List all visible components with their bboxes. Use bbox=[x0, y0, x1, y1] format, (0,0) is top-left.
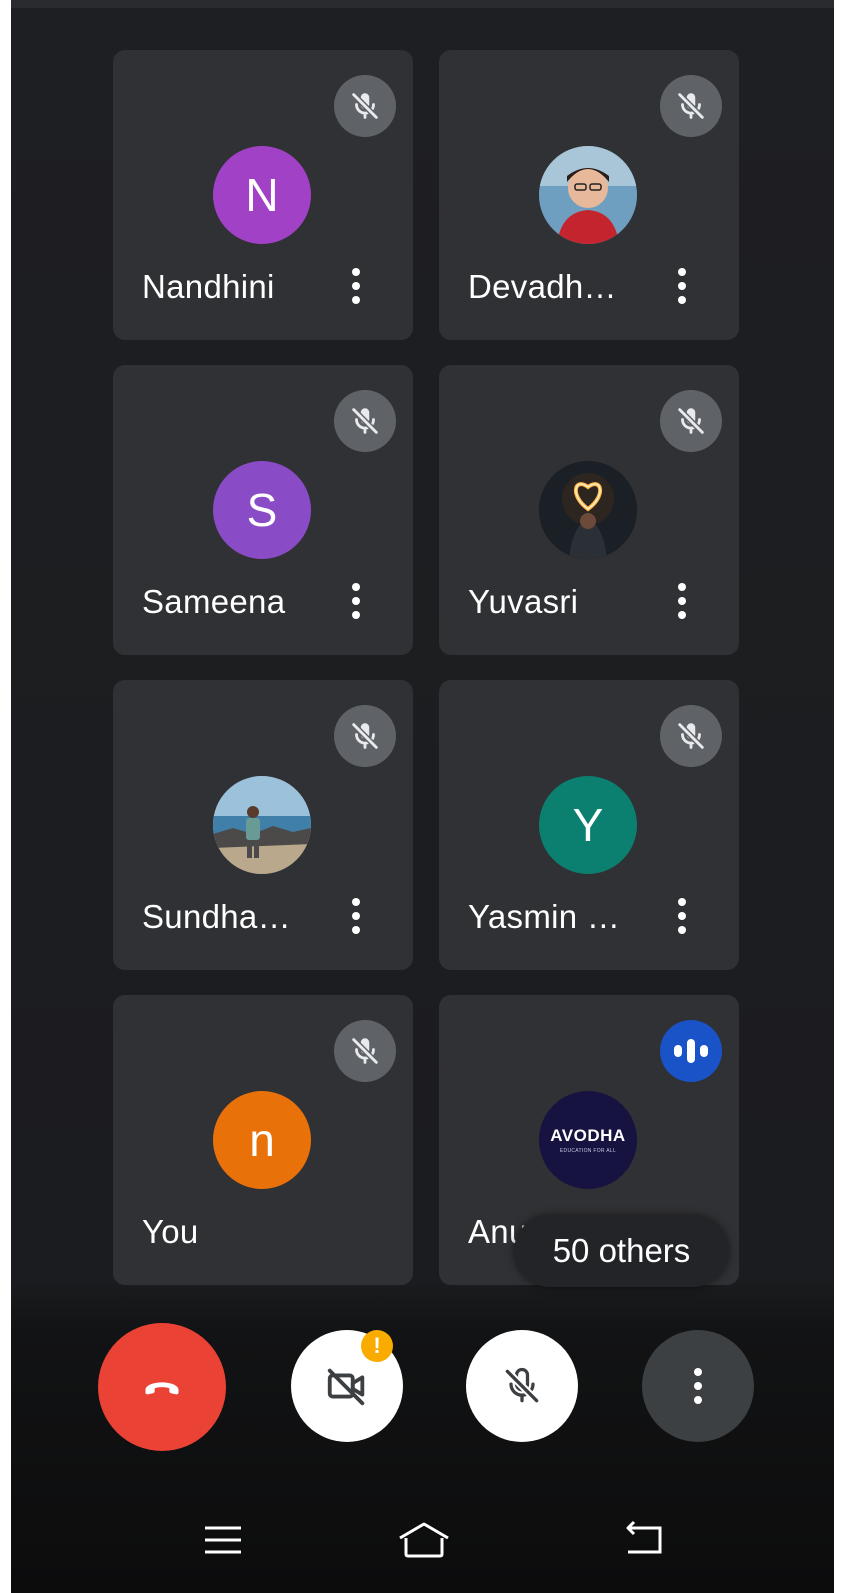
avatar-letter: n bbox=[249, 1114, 275, 1166]
menu-icon bbox=[205, 1526, 241, 1554]
avatar-photo bbox=[213, 776, 311, 874]
participant-name: Yasmin … bbox=[468, 898, 621, 935]
nav-menu-button[interactable] bbox=[183, 1500, 263, 1580]
avatar-letter: N bbox=[245, 169, 279, 221]
participant-tile[interactable]: N Nandhini bbox=[113, 50, 413, 340]
more-vert-icon bbox=[694, 1368, 702, 1404]
avatar-photo bbox=[539, 461, 637, 559]
more-vert-icon[interactable] bbox=[667, 890, 697, 942]
others-button[interactable]: 50 others bbox=[514, 1215, 729, 1287]
mic-off-icon bbox=[334, 390, 396, 452]
audio-level-icon bbox=[660, 1020, 722, 1082]
participant-grid: N Nandhini Devadh… S Sameena Yuvasri Sun… bbox=[11, 0, 834, 1300]
participant-name: Devadh… bbox=[468, 268, 617, 305]
mic-off-icon bbox=[660, 75, 722, 137]
avatar: n bbox=[213, 1091, 311, 1189]
phone-hangup-icon bbox=[145, 1382, 179, 1395]
participant-name: Nandhini bbox=[142, 268, 275, 305]
avatar: S bbox=[213, 461, 311, 559]
avatar-letter: S bbox=[246, 484, 278, 536]
more-vert-icon[interactable] bbox=[341, 575, 371, 627]
participant-tile-self[interactable]: n You bbox=[113, 995, 413, 1285]
camera-warning-badge: ! bbox=[361, 1330, 393, 1362]
avatar-letter: Y bbox=[572, 799, 604, 851]
mic-off-icon bbox=[334, 705, 396, 767]
mic-off-icon bbox=[504, 1367, 540, 1404]
system-nav-bar bbox=[11, 1490, 834, 1590]
mic-off-icon bbox=[660, 705, 722, 767]
participant-name: Sundha… bbox=[142, 898, 291, 935]
mic-off-icon bbox=[660, 390, 722, 452]
participant-tile[interactable]: Sundha… bbox=[113, 680, 413, 970]
meeting-screen: N Nandhini Devadh… S Sameena Yuvasri Sun… bbox=[11, 0, 834, 1593]
end-call-button[interactable] bbox=[98, 1323, 226, 1451]
avatar-photo bbox=[539, 146, 637, 244]
more-vert-icon[interactable] bbox=[341, 890, 371, 942]
videocam-off-icon bbox=[327, 1368, 365, 1406]
participant-tile[interactable]: Yuvasri bbox=[439, 365, 739, 655]
home-icon bbox=[399, 1522, 449, 1558]
more-vert-icon[interactable] bbox=[341, 260, 371, 312]
participant-name: Yuvasri bbox=[468, 583, 579, 620]
camera-toggle-button[interactable]: ! bbox=[291, 1330, 403, 1442]
mic-off-icon bbox=[334, 75, 396, 137]
more-options-button[interactable] bbox=[642, 1330, 754, 1442]
back-icon bbox=[626, 1520, 662, 1554]
participant-name: Sameena bbox=[142, 583, 286, 620]
avatar: N bbox=[213, 146, 311, 244]
call-controls: ! bbox=[11, 1323, 834, 1470]
more-vert-icon[interactable] bbox=[667, 575, 697, 627]
mic-off-icon bbox=[334, 1020, 396, 1082]
nav-back-button[interactable] bbox=[604, 1500, 684, 1580]
participant-tile[interactable]: Devadh… bbox=[439, 50, 739, 340]
logo-subtext: EDUCATION FOR ALL bbox=[559, 1148, 617, 1154]
logo-text: AVODHA bbox=[550, 1126, 626, 1145]
participant-tile[interactable]: S Sameena bbox=[113, 365, 413, 655]
nav-home-button[interactable] bbox=[384, 1500, 464, 1580]
avatar: Y bbox=[539, 776, 637, 874]
avatar-logo: AVODHA EDUCATION FOR ALL bbox=[539, 1091, 637, 1189]
participant-name: You bbox=[142, 1213, 199, 1250]
mic-toggle-button[interactable] bbox=[466, 1330, 578, 1442]
participant-tile[interactable]: Y Yasmin … bbox=[439, 680, 739, 970]
more-vert-icon[interactable] bbox=[667, 260, 697, 312]
